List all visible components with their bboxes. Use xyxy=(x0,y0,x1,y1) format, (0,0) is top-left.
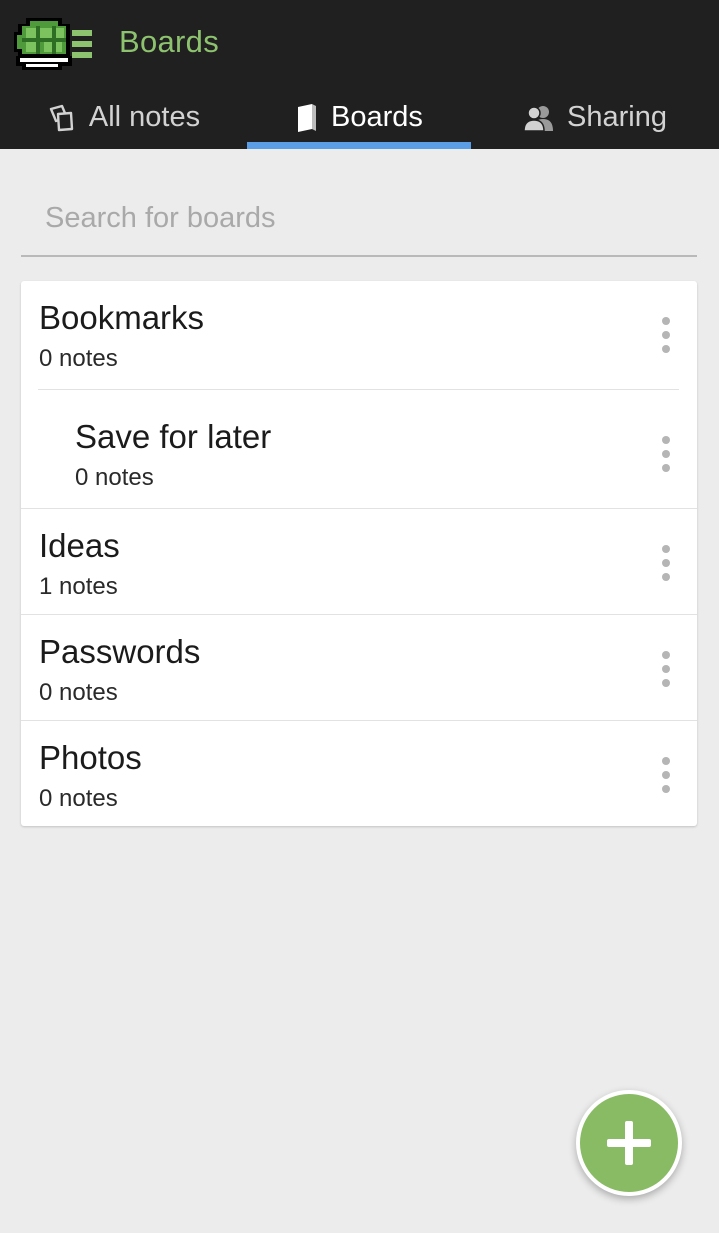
more-options-icon[interactable] xyxy=(659,545,673,581)
app-bar: Boards All notes Boards Sharing xyxy=(0,0,719,149)
more-options-icon[interactable] xyxy=(659,436,673,472)
active-tab-indicator xyxy=(247,142,471,149)
tab-bar: All notes Boards Sharing xyxy=(0,86,719,149)
search-input[interactable] xyxy=(21,193,697,243)
board-note-count: 1 notes xyxy=(39,573,118,600)
board-name: Photos xyxy=(39,739,142,776)
plus-icon xyxy=(607,1121,651,1165)
more-options-icon[interactable] xyxy=(659,757,673,793)
turtl-logo-icon[interactable] xyxy=(12,14,94,72)
tab-all-notes[interactable]: All notes xyxy=(0,86,247,149)
tab-label: Boards xyxy=(331,101,423,133)
search-field xyxy=(21,193,697,257)
board-item-save-for-later[interactable]: Save for later 0 notes xyxy=(21,389,697,508)
board-note-count: 0 notes xyxy=(39,679,118,706)
people-icon xyxy=(523,105,554,132)
board-item-bookmarks[interactable]: Bookmarks 0 notes xyxy=(21,281,697,390)
board-item-passwords[interactable]: Passwords 0 notes xyxy=(21,614,697,720)
board-name: Bookmarks xyxy=(39,299,205,336)
board-list: Bookmarks 0 notes Save for later 0 notes… xyxy=(21,281,697,826)
more-options-icon[interactable] xyxy=(659,651,673,687)
add-board-button[interactable] xyxy=(576,1090,682,1196)
notes-icon xyxy=(49,104,74,131)
fab-circle xyxy=(580,1094,678,1192)
board-note-count: 0 notes xyxy=(39,785,118,812)
board-name: Ideas xyxy=(39,527,120,564)
tab-label: Sharing xyxy=(567,101,667,133)
more-options-icon[interactable] xyxy=(659,317,673,353)
board-item-ideas[interactable]: Ideas 1 notes xyxy=(21,508,697,614)
board-note-count: 0 notes xyxy=(75,464,154,491)
board-note-count: 0 notes xyxy=(39,345,118,372)
divider xyxy=(38,389,679,390)
board-item-photos[interactable]: Photos 0 notes xyxy=(21,720,697,826)
tab-boards[interactable]: Boards xyxy=(247,86,471,149)
tab-label: All notes xyxy=(88,101,201,133)
board-name: Save for later xyxy=(75,418,272,455)
book-icon xyxy=(298,103,317,132)
tab-sharing[interactable]: Sharing xyxy=(471,86,719,149)
app-title: Boards xyxy=(119,24,220,59)
board-name: Passwords xyxy=(39,633,201,670)
